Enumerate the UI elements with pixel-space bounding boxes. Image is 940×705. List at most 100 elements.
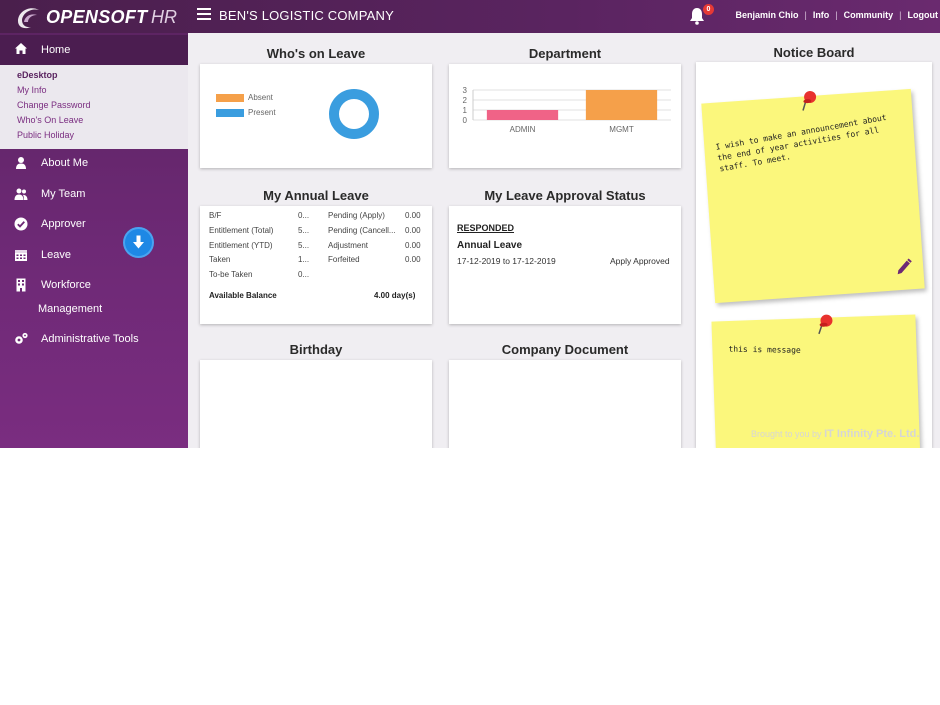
logout-link[interactable]: Logout — [908, 10, 939, 20]
sidebar-item-approver[interactable]: Approver — [0, 212, 188, 238]
pencil-edit-icon[interactable] — [895, 257, 914, 276]
leave-donut-chart — [329, 89, 379, 139]
sidebar: Home eDesktop My Info Change Password Wh… — [0, 33, 188, 448]
sidebar-item-my-team[interactable]: My Team — [0, 182, 188, 208]
annual-leave-card: B/F 0... Entitlement (Total) 5... Entitl… — [200, 206, 432, 324]
approval-dates: 17-12-2019 to 17-12-2019 — [457, 256, 556, 266]
top-bar: OPENSOFT HR BEN'S LOGISTIC COMPANY 0 Ben… — [0, 0, 940, 33]
pushpin-icon — [802, 90, 817, 111]
al-label: To-be Taken — [209, 270, 253, 279]
sidebar-item-label: Workforce — [41, 279, 91, 291]
al-label: Entitlement (Total) — [209, 226, 274, 235]
al-label: Pending (Cancell... — [328, 226, 396, 235]
sidebar-item-workforce[interactable]: Workforce — [0, 273, 188, 299]
department-title: Department — [528, 46, 602, 61]
al-value: 0.00 — [405, 241, 421, 250]
approval-status-heading: RESPONDED — [457, 223, 515, 233]
sidebar-item-label: My Team — [41, 188, 86, 200]
gears-icon — [15, 332, 28, 344]
user-icon — [16, 157, 26, 169]
logo[interactable]: OPENSOFT HR — [14, 2, 184, 32]
sidebar-item-about-me[interactable]: About Me — [0, 151, 188, 177]
sidebar-item-label: Home — [41, 44, 71, 56]
bar-admin[interactable] — [486, 110, 559, 120]
logo-swirl-icon — [18, 8, 39, 29]
y-tick-label: 0 — [463, 116, 468, 125]
whos-on-leave-title: Who's on Leave — [266, 46, 366, 61]
sidebar-item-label: Leave — [41, 249, 71, 261]
sticky-note-text: I wish to make an announcement about the… — [714, 112, 888, 174]
arrow-down-icon — [133, 235, 144, 249]
company-document-card — [449, 360, 681, 448]
al-label: Adjustment — [328, 241, 369, 250]
al-value: 0... — [298, 270, 310, 279]
approval-status-card: RESPONDED Annual Leave 17-12-2019 to 17-… — [449, 206, 681, 324]
approval-leave-type[interactable]: Annual Leave — [457, 240, 522, 251]
al-value: 0.00 — [405, 255, 421, 264]
pushpin-icon — [818, 314, 833, 335]
al-label: B/F — [209, 211, 222, 220]
submenu-whos-on-leave[interactable]: Who's On Leave — [17, 115, 83, 125]
al-value: 5... — [298, 226, 310, 235]
sidebar-item-leave[interactable]: Leave — [0, 243, 188, 269]
al-value: 0.00 — [405, 211, 421, 220]
legend-swatch-absent — [216, 94, 244, 102]
credit-prefix: Brought to you by — [751, 429, 822, 439]
whos-on-leave-card: Absent Present — [200, 64, 432, 168]
submenu-public-holiday[interactable]: Public Holiday — [17, 130, 74, 140]
top-links: Benjamin Chio | Info | Community | Logout — [735, 10, 938, 20]
bar-mgmt[interactable] — [585, 90, 658, 120]
building-icon — [16, 278, 26, 292]
sidebar-item-label-management[interactable]: Management — [38, 303, 102, 315]
sticky-note[interactable]: I wish to make an announcement about the… — [701, 88, 925, 304]
x-tick-label: ADMIN — [510, 125, 536, 134]
notice-board-title: Notice Board — [773, 45, 855, 60]
al-value: 5... — [298, 241, 310, 250]
department-card: 0 1 2 3 ADMIN MGMT — [449, 64, 681, 168]
y-tick-label: 3 — [463, 86, 468, 95]
submenu-change-password[interactable]: Change Password — [17, 100, 91, 110]
info-link[interactable]: Info — [813, 10, 830, 20]
community-link[interactable]: Community — [844, 10, 894, 20]
notice-board-card: I wish to make an announcement about the… — [696, 62, 932, 448]
sidebar-item-home[interactable]: Home — [0, 35, 188, 65]
al-value: 0... — [298, 211, 310, 220]
approval-status-title: My Leave Approval Status — [484, 188, 646, 203]
check-circle-icon — [14, 217, 28, 231]
hamburger-menu-icon[interactable] — [197, 8, 211, 22]
credit-text: Brought to you by IT Infinity Pte. Ltd. — [751, 428, 919, 440]
logo-text: OPENSOFT — [46, 7, 148, 27]
sidebar-item-label: Approver — [41, 218, 86, 230]
department-bar-chart: 0123 ADMIN MGMT — [463, 86, 671, 134]
al-label: Pending (Apply) — [328, 211, 385, 220]
submenu-edesktop[interactable]: eDesktop — [17, 70, 58, 80]
sidebar-item-label: About Me — [41, 157, 89, 169]
logo-suffix: HR — [151, 7, 177, 27]
al-value: 1... — [298, 255, 310, 264]
dashboard-content: Who's on Leave Absent Present Department… — [188, 33, 940, 448]
home-icon — [15, 43, 27, 54]
available-balance-label: Available Balance — [209, 291, 277, 300]
legend-label-absent: Absent — [248, 93, 273, 102]
donut-slice-present[interactable] — [329, 89, 379, 139]
sticky-note-text: this is message — [728, 344, 801, 355]
sidebar-item-administrative-tools[interactable]: Administrative Tools — [0, 327, 188, 353]
al-value: 0.00 — [405, 226, 421, 235]
birthday-title: Birthday — [289, 342, 343, 357]
annual-leave-title: My Annual Leave — [263, 188, 369, 203]
company-document-title: Company Document — [501, 342, 629, 357]
notification-badge: 0 — [703, 4, 714, 15]
x-tick-label: MGMT — [609, 125, 634, 134]
team-icon — [14, 188, 28, 200]
available-balance-value: 4.00 day(s) — [374, 291, 416, 300]
user-name-link[interactable]: Benjamin Chio — [735, 10, 798, 20]
app-window: OPENSOFT HR BEN'S LOGISTIC COMPANY 0 Ben… — [0, 0, 940, 448]
approval-result: Apply Approved — [610, 256, 670, 266]
company-name: BEN'S LOGISTIC COMPANY — [219, 8, 394, 23]
credit-company: IT Infinity Pte. Ltd. — [824, 428, 920, 440]
al-label: Taken — [209, 255, 231, 264]
y-tick-label: 1 — [463, 106, 468, 115]
legend-label-present: Present — [248, 108, 276, 117]
submenu-my-info[interactable]: My Info — [17, 85, 47, 95]
download-button[interactable] — [125, 229, 152, 256]
